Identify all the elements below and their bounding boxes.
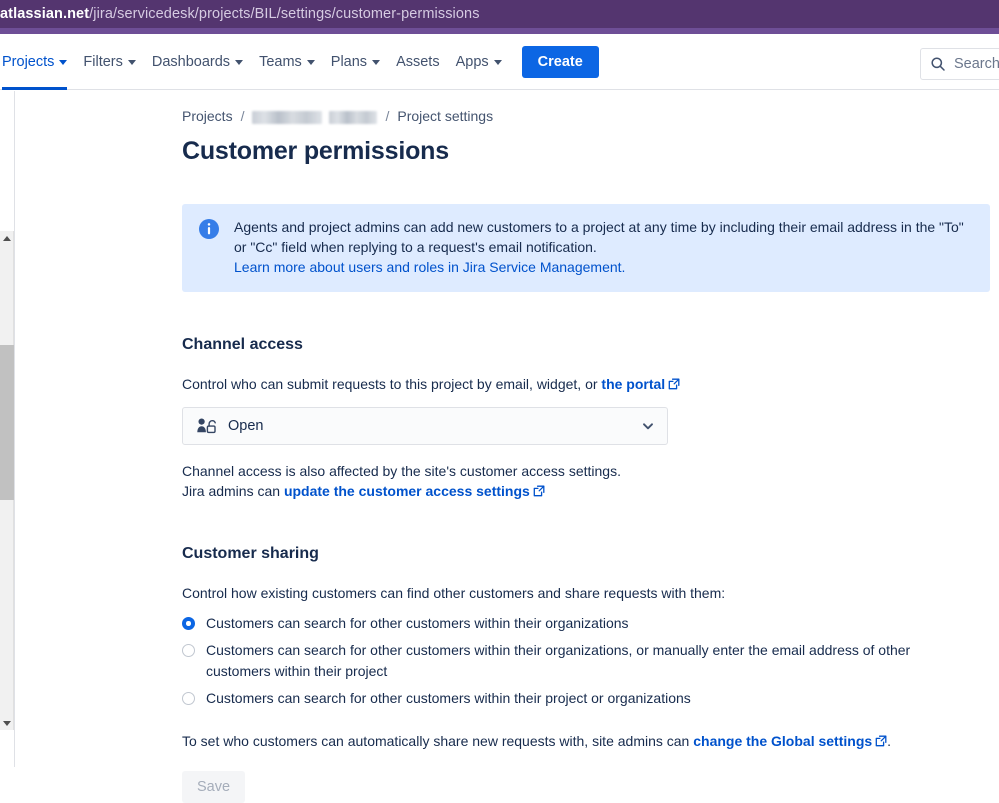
search-icon [931,57,945,71]
nav-label-apps: Apps [455,53,489,70]
radio-button[interactable] [182,692,195,705]
channel-access-note-line1: Channel access is also affected by the s… [182,463,621,479]
radio-label: Customers can search for other customers… [206,690,691,706]
radio-option-organizations-or-email[interactable]: Customers can search for other customers… [182,640,972,682]
breadcrumb: Projects / / Project settings [182,99,972,133]
nav-item-teams[interactable]: Teams [251,34,323,90]
radio-label: Customers can search for other customers… [206,642,911,679]
external-link-icon [533,485,545,497]
customer-sharing-radio-group: Customers can search for other customers… [182,613,972,709]
scroll-down-arrow[interactable] [0,716,14,730]
section-heading-channel-access: Channel access [182,336,303,353]
radio-option-organizations[interactable]: Customers can search for other customers… [182,613,972,634]
breadcrumb-separator: / [240,108,245,124]
nav-item-apps[interactable]: Apps [448,34,510,90]
chevron-down-icon [493,60,502,65]
triangle-up-icon [3,235,11,241]
search-placeholder: Search [954,56,999,72]
nav-label-teams: Teams [259,53,302,70]
nav-item-filters[interactable]: Filters [75,34,143,90]
nav-label-dashboards: Dashboards [151,53,231,70]
url-text: atlassian.net/jira/servicedesk/projects/… [0,6,480,22]
breadcrumb-projects[interactable]: Projects [182,108,233,124]
nav-item-projects[interactable]: Projects [0,34,75,90]
channel-access-description: Control who can submit requests to this … [182,374,972,394]
change-global-settings-link[interactable]: change the Global settings [693,733,872,749]
nav-label-projects: Projects [2,53,55,70]
global-navigation: Projects Filters Dashboards Teams Plans … [0,34,999,90]
url-host: atlassian.net [0,6,90,22]
global-note-prefix: To set who customers can automatically s… [182,733,694,749]
nav-item-dashboards[interactable]: Dashboards [144,34,251,90]
section-heading-customer-sharing: Customer sharing [182,545,319,562]
main-content: Projects / / Project settings Customer p… [182,91,990,803]
scroll-up-arrow[interactable] [0,231,14,245]
external-link-icon [668,378,680,390]
nav-item-plans[interactable]: Plans [323,34,388,90]
info-banner-link[interactable]: Learn more about users and roles in Jira… [234,259,625,275]
radio-button[interactable] [182,644,195,657]
page-title: Customer permissions [182,137,449,165]
sidebar-divider [14,91,15,767]
channel-access-select[interactable]: Open [182,407,668,445]
nav-label-assets: Assets [396,53,440,70]
person-unlocked-icon [197,418,216,433]
search-input[interactable]: Search [920,48,999,80]
scrollbar-thumb[interactable] [0,345,14,500]
save-button[interactable]: Save [182,771,246,803]
info-line-1: Agents and project admins can add new cu… [234,219,936,235]
nav-item-assets[interactable]: Assets [388,34,448,90]
global-settings-note: To set who customers can automatically s… [182,731,972,751]
customer-sharing-description: Control how existing customers can find … [182,585,726,601]
chevron-down-icon [127,60,136,65]
chevron-down-icon [372,60,381,65]
global-note-suffix: . [887,733,892,749]
info-icon [199,219,219,239]
update-customer-access-settings-link[interactable]: update the customer access settings [284,483,530,499]
chevron-down-icon [306,60,315,65]
vertical-scrollbar[interactable] [0,231,14,730]
channel-access-note: Channel access is also affected by the s… [182,461,972,501]
channel-access-note-line2-prefix: Jira admins can [182,483,284,499]
chevron-down-icon [59,60,68,65]
breadcrumb-project-name-redacted[interactable] [252,108,378,124]
url-path: /jira/servicedesk/projects/BIL/settings/… [89,6,480,22]
radio-label: Customers can search for other customers… [206,615,629,631]
breadcrumb-project-settings[interactable]: Project settings [397,108,493,124]
info-banner: Agents and project admins can add new cu… [182,204,990,292]
breadcrumb-separator: / [385,108,390,124]
triangle-down-icon [3,720,11,726]
radio-option-project-or-organizations[interactable]: Customers can search for other customers… [182,688,972,709]
radio-button[interactable] [182,617,195,630]
external-link-icon [875,735,887,747]
channel-access-description-text: Control who can submit requests to this … [182,376,602,392]
nav-label-plans: Plans [330,53,368,70]
chevron-down-icon [235,60,244,65]
the-portal-link[interactable]: the portal [601,376,665,392]
nav-label-filters: Filters [83,53,123,70]
browser-url-bar[interactable]: atlassian.net/jira/servicedesk/projects/… [0,0,999,28]
channel-access-value: Open [228,418,264,434]
info-banner-text: Agents and project admins can add new cu… [234,217,974,277]
create-button[interactable]: Create [521,45,599,78]
chevron-down-icon [643,423,653,430]
